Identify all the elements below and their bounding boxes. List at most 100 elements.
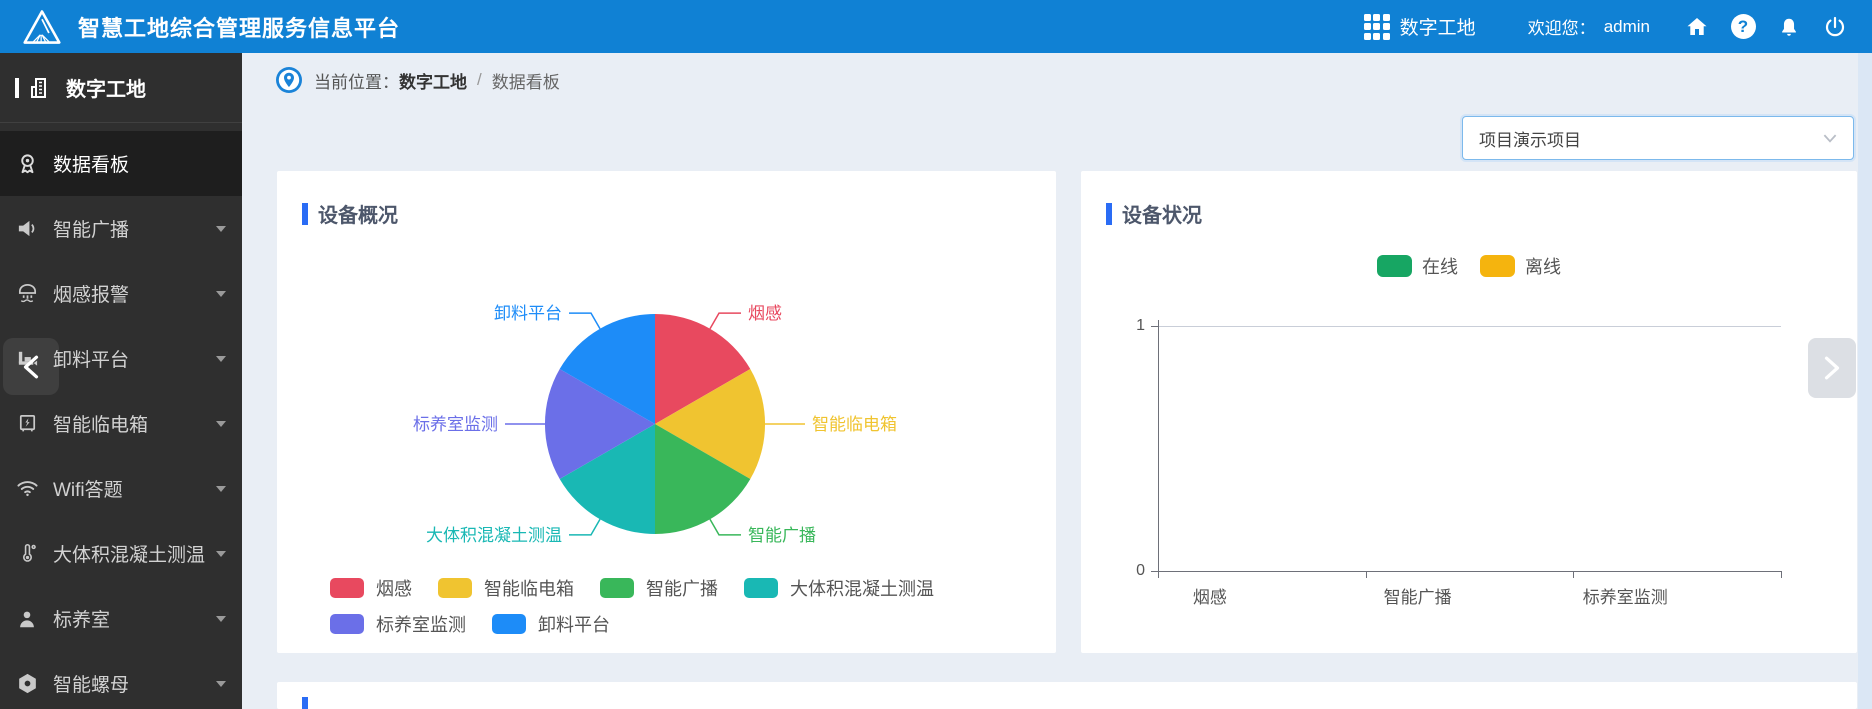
legend-swatch [330,614,364,634]
y-axis-label: 1 [1111,317,1145,335]
y-axis-tick [1151,571,1158,572]
x-axis-tick [1781,571,1782,578]
sidebar-item-label: Wifi答题 [53,475,123,502]
chevron-down-icon [1823,134,1837,143]
device-status-card: 设备状况 在线离线 01烟感智能广播标养室监测 [1081,171,1857,653]
sidebar-item-curing-room[interactable]: 标养室 [0,586,242,651]
speaker-icon [13,217,41,240]
sidebar-collapse-button[interactable] [3,338,59,395]
medal-icon [13,152,41,175]
home-icon[interactable] [1674,0,1720,53]
brand-label: 数字工地 [66,73,146,102]
pie-label: 卸料平台 [494,304,562,323]
power-box-icon [13,412,41,435]
location-pin-icon [276,67,302,93]
breadcrumb-label: 当前位置： [314,68,399,93]
device-overview-pie-chart[interactable]: 烟感智能临电箱智能广播 大体积混凝土测温 标养室监测 卸料平台 [277,231,1056,571]
sidebar-item-power-box[interactable]: 智能临电箱 [0,391,242,456]
device-status-bar-chart: 0 1 烟感 智能广播 标养室监测 [1081,171,1857,653]
welcome-text: 欢迎您： admin [1528,14,1650,39]
breadcrumb-root[interactable]: 数字工地 [399,68,467,93]
chevron-down-icon [216,681,226,687]
page-title: 智慧工地综合管理服务信息平台 [78,11,400,43]
app-switcher-label: 数字工地 [1400,13,1476,40]
next-page-button[interactable] [1808,338,1856,398]
sidebar-item-label: 数据看板 [53,150,129,177]
pie-label: 智能广播 [748,526,816,545]
username[interactable]: admin [1604,17,1650,37]
bell-icon[interactable] [1766,0,1812,53]
person-icon [13,608,41,630]
pie-label-line [710,313,741,329]
chevron-down-icon [216,226,226,232]
building-icon [26,76,54,100]
project-select-value: 项目演示项目 [1479,126,1581,151]
vertical-scrollbar[interactable] [1858,53,1872,709]
sidebar-item-smart-nut[interactable]: 智能螺母 [0,651,242,709]
chevron-down-icon [216,356,226,362]
y-axis-label: 0 [1111,562,1145,580]
sidebar-brand[interactable]: 数字工地 [0,53,242,123]
chevron-left-icon [23,355,39,379]
gridline [1158,326,1781,327]
legend-item[interactable]: 大体积混凝土测温 [744,575,934,601]
bottom-card-partial [277,682,1857,709]
legend-swatch [330,578,364,598]
x-axis-label: 标养室监测 [1555,583,1695,608]
sidebar-item-label: 卸料平台 [53,345,129,372]
sidebar-item-label: 智能广播 [53,215,129,242]
pie-label: 标养室监测 [413,415,498,434]
sidebar-menu: 数据看板 智能广播 烟感报警 卸料平台 [0,123,242,709]
chevron-down-icon [216,486,226,492]
pie-label-line [569,519,600,535]
x-axis-line [1158,571,1782,572]
app-header: 智慧工地综合管理服务信息平台 数字工地 欢迎您： admin ? [0,0,1872,53]
chevron-down-icon [216,551,226,557]
sidebar-item-wifi-quiz[interactable]: Wifi答题 [0,456,242,521]
x-axis-label: 智能广播 [1348,583,1488,608]
legend-item[interactable]: 智能临电箱 [438,575,574,601]
chevron-down-icon [216,421,226,427]
legend-label: 大体积混凝土测温 [790,575,934,601]
sidebar-item-broadcast[interactable]: 智能广播 [0,196,242,261]
sidebar-item-label: 智能临电箱 [53,410,148,437]
y-axis-tick [1151,326,1158,327]
legend-label: 智能广播 [646,575,718,601]
chevron-down-icon [216,291,226,297]
x-axis-label: 烟感 [1140,583,1280,608]
legend-item[interactable]: 标养室监测 [330,611,466,637]
breadcrumb-current[interactable]: 数据看板 [492,68,560,93]
pie-label-line [710,519,741,535]
y-axis-line [1158,320,1159,571]
sidebar-item-label: 大体积混凝土测温 [53,540,205,567]
legend-item[interactable]: 卸料平台 [492,611,610,637]
brand-accent-bar [15,78,19,98]
device-overview-card: 设备概况 烟感智能临电箱智能广播大体积混凝土测温标养室监测卸料平台 烟感智能临电… [277,171,1056,653]
sidebar-item-dashboard[interactable]: 数据看板 [0,131,242,196]
pie-label: 烟感 [748,304,782,323]
pie-label-line [569,313,600,329]
help-icon[interactable]: ? [1720,0,1766,53]
sidebar-item-label: 标养室 [53,605,110,632]
sidebar-item-label: 烟感报警 [53,280,129,307]
app-switcher[interactable]: 数字工地 [1364,13,1476,40]
smoke-detector-icon [13,282,41,305]
legend-item[interactable]: 智能广播 [600,575,718,601]
project-select[interactable]: 项目演示项目 [1462,116,1854,160]
breadcrumb-separator: / [477,70,482,90]
x-axis-tick [1158,571,1159,578]
grid-icon [1364,14,1390,40]
sidebar-item-smoke-alarm[interactable]: 烟感报警 [0,261,242,326]
app-logo-icon [22,8,62,46]
sidebar-item-concrete-temperature[interactable]: 大体积混凝土测温 [0,521,242,586]
sidebar: 数字工地 数据看板 智能广播 烟感报警 卸料平台 [0,53,242,709]
x-axis-tick [1573,571,1574,578]
pie-label: 智能临电箱 [812,415,897,434]
pie-legend: 烟感智能临电箱 智能广播 大体积混凝土测温标养室监测卸料平台 [330,575,1056,637]
legend-item[interactable]: 烟感 [330,575,412,601]
pie-label: 大体积混凝土测温 [426,526,562,545]
legend-label: 烟感 [376,575,412,601]
welcome-label: 欢迎您： [1528,14,1596,39]
power-icon[interactable] [1812,0,1858,53]
thermometer-icon [13,542,41,565]
